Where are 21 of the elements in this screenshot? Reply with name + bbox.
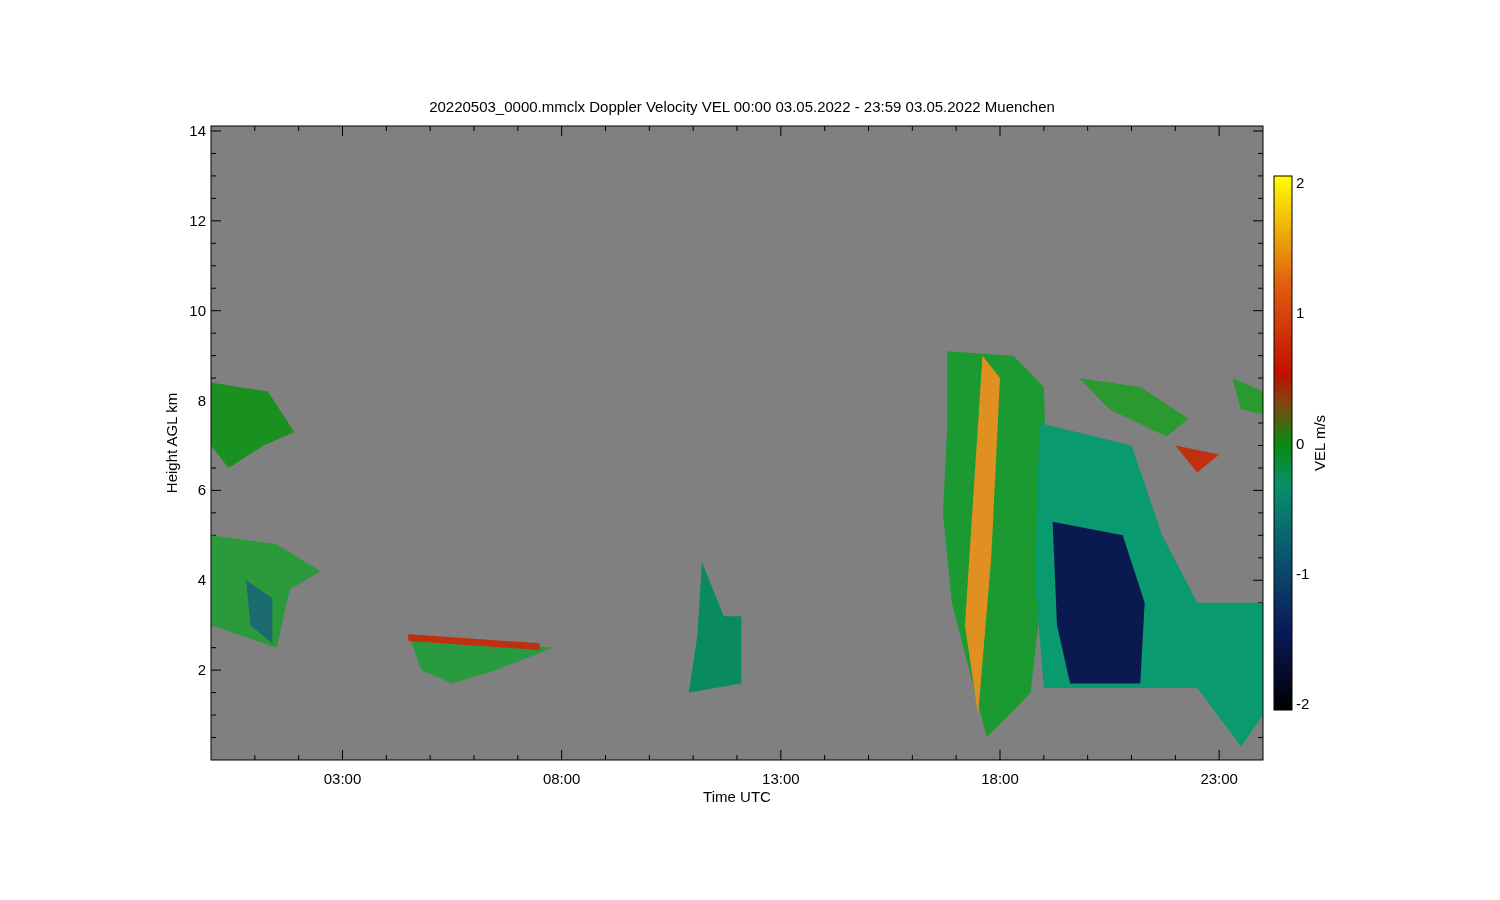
x-tick-label: 18:00 xyxy=(981,770,1019,787)
colorbar-label: VEL m/s xyxy=(1311,414,1328,472)
y-tick-label: 8 xyxy=(197,391,206,409)
y-tick-label: 2 xyxy=(197,661,206,679)
x-tick-label: 03:00 xyxy=(323,770,362,787)
x-tick-label: 23:00 xyxy=(1200,770,1238,787)
colorbar-tick-label: 2 xyxy=(1296,174,1305,191)
x-tick-label: 13:00 xyxy=(762,770,800,787)
colorbar-tick-label: 1 xyxy=(1296,304,1305,322)
chart-title: 20220503_0000.mmclx Doppler Velocity VEL 00:00 03.05.2022 - 23:59 03.05.2022 Muenchen xyxy=(429,98,1055,115)
y-tick-label: 12 xyxy=(189,211,206,229)
y-tick-label: 4 xyxy=(197,571,206,589)
x-tick-label: 08:00 xyxy=(542,770,581,787)
y-axis-label: Height AGL km xyxy=(163,392,180,494)
y-tick-label: 10 xyxy=(189,301,206,319)
y-tick-label: 6 xyxy=(197,481,206,499)
colorbar-tick-label: 0 xyxy=(1296,434,1305,452)
x-axis-label: Time UTC xyxy=(703,788,771,805)
y-tick-label: 14 xyxy=(189,122,206,139)
colorbar-tick-label: -1 xyxy=(1296,564,1310,582)
colorbar-tick-label: -2 xyxy=(1296,695,1310,712)
